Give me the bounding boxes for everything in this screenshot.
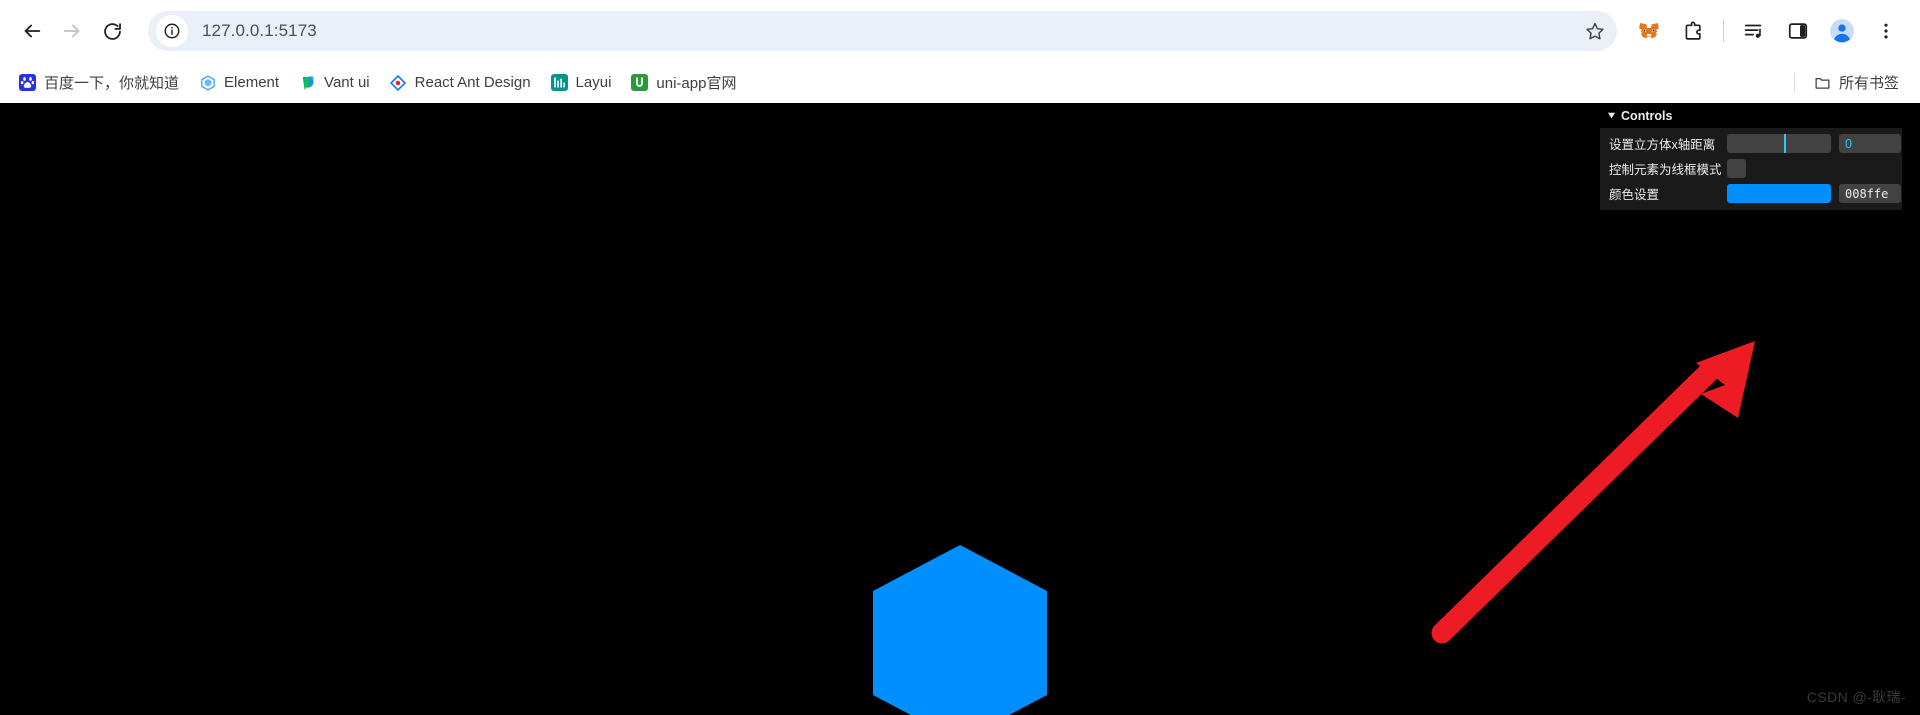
baidu-icon <box>19 74 36 91</box>
cube-hexagon-shape <box>873 545 1047 715</box>
lil-gui-controls-panel[interactable]: ▾ Controls 设置立方体x轴距离 0 控制元素为线框模式 颜色设置 00… <box>1600 103 1902 210</box>
gui-row-label: 颜色设置 <box>1609 188 1660 202</box>
bookmark-label: Vant ui <box>324 74 370 91</box>
bookmark-item-vant[interactable]: Vant ui <box>290 68 379 98</box>
antdesign-icon <box>390 74 407 91</box>
bookmark-label: Layui <box>575 74 612 91</box>
side-panel-button[interactable] <box>1779 12 1817 50</box>
bookmarks-divider <box>1793 72 1795 93</box>
metamask-extension-button[interactable] <box>1630 12 1668 50</box>
bookmark-star-button[interactable] <box>1579 15 1611 47</box>
back-arrow-icon <box>24 24 41 38</box>
color-swatch[interactable] <box>1727 184 1831 203</box>
bookmark-label: uni-app官网 <box>656 75 737 92</box>
side-panel-icon <box>1788 23 1808 39</box>
uniapp-icon <box>631 74 649 91</box>
media-control-button[interactable] <box>1735 12 1773 50</box>
webgl-viewport[interactable]: ▾ Controls 设置立方体x轴距离 0 控制元素为线框模式 颜色设置 00… <box>0 103 1920 715</box>
gui-row-cube-x-distance: 设置立方体x轴距离 0 <box>1600 131 1902 156</box>
star-icon <box>1586 22 1604 40</box>
wireframe-mode-checkbox[interactable] <box>1727 159 1746 178</box>
bookmark-item-react-ant-design[interactable]: React Ant Design <box>381 68 540 98</box>
layui-logo-icon <box>553 77 565 88</box>
gui-row-widget: 0 <box>1727 134 1901 153</box>
gui-row-wireframe-mode: 控制元素为线框模式 <box>1600 156 1902 181</box>
bookmark-label: React Ant Design <box>414 74 531 91</box>
bookmark-item-element[interactable]: Element <box>190 68 288 98</box>
three-js-cube <box>870 543 1050 715</box>
reload-icon <box>103 22 121 40</box>
slider-thumb[interactable] <box>1784 134 1787 153</box>
cube-x-distance-value[interactable]: 0 <box>1839 134 1901 153</box>
gui-row-label: 控制元素为线框模式 <box>1609 163 1722 177</box>
all-bookmarks-button[interactable]: 所有书签 <box>1805 68 1908 98</box>
element-hex-icon <box>200 74 215 91</box>
extensions-puzzle-icon <box>1685 21 1701 40</box>
folder-outline-icon <box>1815 77 1830 89</box>
red-pointer-arrow <box>1420 323 1760 653</box>
folder-icon <box>1814 74 1831 91</box>
profile-avatar-icon <box>1830 19 1854 43</box>
gui-row-widget <box>1727 159 1894 178</box>
gui-rows: 设置立方体x轴距离 0 控制元素为线框模式 颜色设置 008ffe <box>1600 128 1902 210</box>
bookmark-item-uniapp[interactable]: uni-app官网 <box>622 68 745 98</box>
cube-x-distance-slider[interactable] <box>1727 134 1831 153</box>
baidu-paw-icon <box>20 77 35 88</box>
gui-row-widget: 008ffe <box>1727 184 1901 203</box>
info-circle-icon <box>164 23 180 39</box>
back-button[interactable] <box>12 11 52 51</box>
browser-window: 127.0.0.1:5173 百度一下，你就知道 Element Vant ui… <box>0 0 1920 715</box>
media-playlist-icon <box>1744 24 1762 38</box>
bookmarks-bar: 百度一下，你就知道 Element Vant ui React Ant Desi… <box>0 62 1920 103</box>
chrome-menu-button[interactable] <box>1867 12 1905 50</box>
csdn-watermark: CSDN @-耿瑞- <box>1806 689 1906 705</box>
bookmark-item-layui[interactable]: Layui <box>542 68 621 98</box>
address-bar[interactable]: 127.0.0.1:5173 <box>148 11 1617 51</box>
extensions-button[interactable] <box>1674 12 1712 50</box>
gui-title-label: Controls <box>1621 108 1673 123</box>
browser-toolbar: 127.0.0.1:5173 <box>0 0 1920 62</box>
gui-row-color-setting: 颜色设置 008ffe <box>1600 181 1902 206</box>
toolbar-divider <box>1723 20 1724 42</box>
red-arrow-icon <box>1431 341 1755 644</box>
uniapp-u-icon <box>636 77 644 87</box>
site-info-button[interactable] <box>156 15 188 47</box>
url-text: 127.0.0.1:5173 <box>202 21 317 40</box>
all-bookmarks-label: 所有书签 <box>1838 75 1899 92</box>
metamask-fox-icon <box>1639 23 1659 39</box>
vant-icon <box>299 74 316 91</box>
bookmark-label: Element <box>224 74 280 91</box>
color-hex-value[interactable]: 008ffe <box>1839 184 1901 203</box>
reload-button[interactable] <box>92 11 132 51</box>
layui-icon <box>550 74 568 91</box>
chrome-menu-icon <box>1884 23 1888 39</box>
profile-button[interactable] <box>1823 12 1861 50</box>
chevron-down-icon: ▾ <box>1608 109 1615 121</box>
element-icon <box>199 74 216 91</box>
forward-arrow-icon <box>63 24 80 38</box>
gui-row-label: 设置立方体x轴距离 <box>1609 138 1716 152</box>
gui-title-bar[interactable]: ▾ Controls <box>1600 103 1902 128</box>
vant-logo-icon <box>302 75 313 90</box>
ant-design-diamond-icon <box>390 74 407 91</box>
forward-button[interactable] <box>52 11 92 51</box>
browser-chrome: 127.0.0.1:5173 百度一下，你就知道 Element Vant ui… <box>0 0 1920 103</box>
bookmark-label: 百度一下，你就知道 <box>44 75 180 92</box>
bookmark-item-baidu[interactable]: 百度一下，你就知道 <box>10 68 188 98</box>
